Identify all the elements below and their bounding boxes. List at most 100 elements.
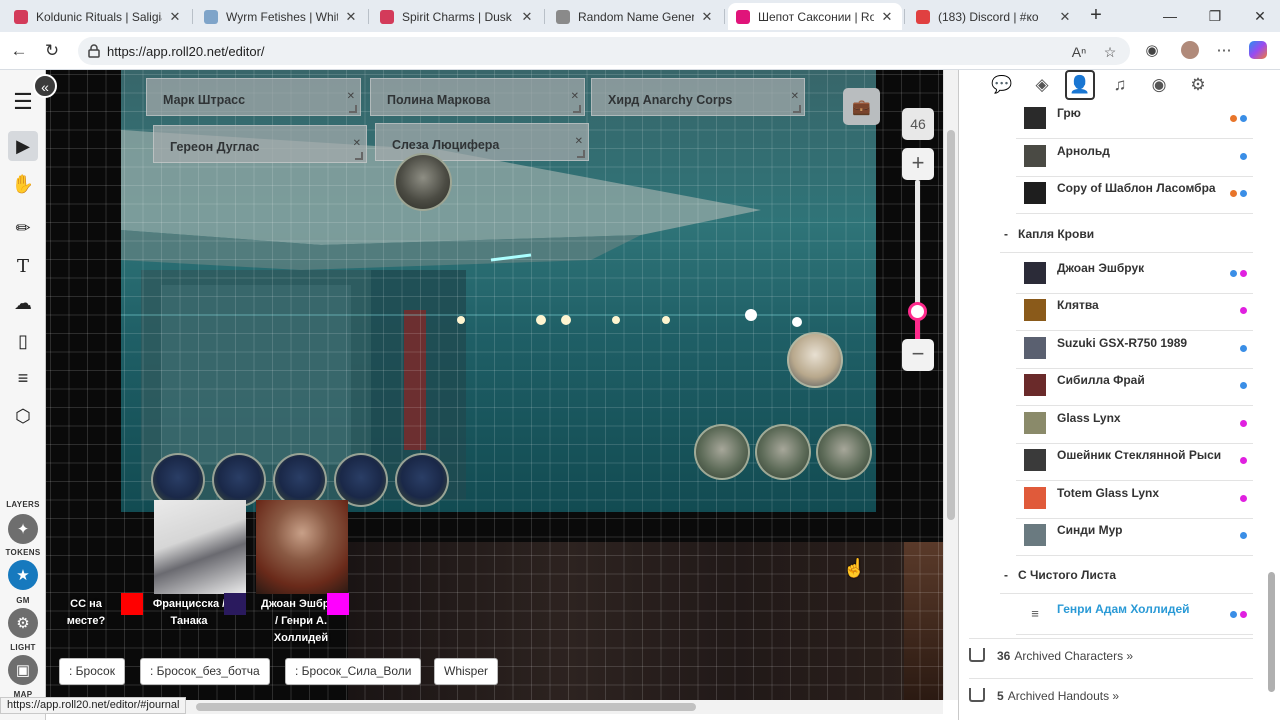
reload-icon[interactable]: ↻	[41, 40, 63, 62]
name-plate-sleza[interactable]: Слеза Люцифера ✕	[375, 123, 589, 161]
browser-tab[interactable]: Random Name Generato ✕	[548, 3, 722, 30]
dice-icon[interactable]: ⬡	[8, 401, 38, 431]
url-field[interactable]: https://app.roll20.net/editor/ Aⁿ ☆	[78, 37, 1130, 65]
scroll-thumb[interactable]	[947, 130, 955, 520]
name-plate-close-icon[interactable]: ✕	[575, 136, 583, 147]
browser-tab[interactable]: (183) Discord | #ко ✕	[908, 3, 1080, 30]
resize-grip-icon[interactable]	[793, 105, 801, 113]
journal-item[interactable]: Suzuki GSX-R750 1989	[1016, 332, 1253, 369]
browser-tab[interactable]: Spirit Charms | Dusk Wi ✕	[372, 3, 542, 30]
resize-grip-icon[interactable]	[577, 150, 585, 158]
player-portrait-francisca[interactable]	[154, 500, 246, 594]
journal-item[interactable]: Клятва	[1016, 294, 1253, 331]
name-plate-mark[interactable]: Марк Штрасс ✕	[146, 78, 361, 116]
tab-close-icon[interactable]: ✕	[1058, 9, 1072, 25]
collapse-toolbar-icon[interactable]: «	[33, 74, 57, 98]
layers-button[interactable]: ✦	[8, 514, 38, 544]
light-layer-button[interactable]: ▣	[8, 655, 38, 685]
browser-tab[interactable]: Koldunic Rituals | Saligia ✕	[6, 3, 190, 30]
draw-brush-icon[interactable]: ✏	[8, 213, 38, 243]
collections-icon[interactable]: ◉	[1144, 70, 1174, 100]
folder-collapse-icon[interactable]: -	[1004, 564, 1018, 586]
player-portrait-joan[interactable]	[256, 500, 348, 594]
player-color-swatch[interactable]	[224, 593, 246, 615]
resize-grip-icon[interactable]	[355, 152, 363, 160]
tab-close-icon[interactable]: ✕	[880, 9, 894, 25]
journal-item[interactable]: ≡ Генри Адам Холлидей	[1016, 598, 1253, 635]
journal-icon[interactable]: 👤	[1065, 70, 1095, 100]
token-wolf-5[interactable]	[395, 453, 449, 507]
name-plate-hird[interactable]: Хирд Anarchy Corps ✕	[591, 78, 805, 116]
read-aloud-icon[interactable]: Aⁿ	[1070, 44, 1088, 60]
tab-close-icon[interactable]: ✕	[700, 9, 714, 25]
browser-tab[interactable]: Wyrm Fetishes | White W ✕	[196, 3, 366, 30]
macro-roll-willpower-button[interactable]: : Бросок_Сила_Воли	[285, 658, 422, 685]
measure-ruler-icon[interactable]: ▯	[8, 326, 38, 356]
maximize-icon[interactable]: ❐	[1205, 6, 1225, 26]
gm-layer-button[interactable]: ⚙	[8, 608, 38, 638]
extensions-icon[interactable]: ◉	[1142, 41, 1162, 61]
name-plate-polina[interactable]: Полина Маркова ✕	[370, 78, 585, 116]
journal-item[interactable]: Сибилла Фрай	[1016, 369, 1253, 406]
resize-grip-icon[interactable]	[573, 105, 581, 113]
tabletop-canvas[interactable]: Марк Штрасс ✕ Полина Маркова ✕ Хирд Anar…	[46, 70, 943, 700]
macro-whisper-button[interactable]: Whisper	[434, 658, 499, 685]
favorite-star-icon[interactable]: ☆	[1101, 44, 1119, 61]
tab-close-icon[interactable]: ✕	[168, 9, 182, 25]
token-wolf-3[interactable]	[273, 453, 327, 507]
name-plate-close-icon[interactable]: ✕	[353, 138, 361, 149]
macro-roll-button[interactable]: : Бросок	[59, 658, 125, 685]
token-wolf-2[interactable]	[212, 453, 266, 507]
scroll-thumb[interactable]	[1268, 572, 1275, 692]
pan-hand-icon[interactable]: ✋	[8, 169, 38, 199]
settings-icon[interactable]: ⚙	[1183, 70, 1213, 100]
chat-icon[interactable]: 💬	[987, 70, 1017, 100]
select-tool-icon[interactable]: ▶	[8, 131, 38, 161]
browser-tab[interactable]: Шепот Саксонии | Roll2 ✕	[728, 3, 902, 30]
journal-item[interactable]: Copy of Шаблон Ласомбра	[1016, 177, 1253, 214]
tab-close-icon[interactable]: ✕	[344, 9, 358, 25]
macro-roll-no-botch-button[interactable]: : Бросок_без_ботча	[140, 658, 270, 685]
journal-folder[interactable]: -С Чистого Листа	[1000, 564, 1253, 594]
name-plate-gereon[interactable]: Гереон Дуглас ✕	[153, 125, 367, 163]
archived-characters-link[interactable]: 36 Archived Characters »	[969, 638, 1253, 678]
name-plate-close-icon[interactable]: ✕	[347, 91, 355, 102]
token-soldier-2[interactable]	[755, 424, 811, 480]
tokens-layer-button[interactable]: ★	[8, 560, 38, 590]
token-hero[interactable]	[394, 153, 452, 211]
journal-folder[interactable]: - Капля Крови	[1000, 223, 1253, 253]
archived-handouts-link[interactable]: 5 Archived Handouts »	[969, 678, 1253, 718]
canvas-vertical-scrollbar[interactable]	[943, 70, 958, 700]
journal-item[interactable]: Ошейник Стеклянной Рыси	[1016, 444, 1253, 481]
fog-cloud-icon[interactable]: ☁	[8, 288, 38, 318]
scroll-thumb[interactable]	[196, 703, 696, 711]
compendium-icon[interactable]: ◈	[1027, 70, 1057, 100]
name-plate-close-icon[interactable]: ✕	[571, 91, 579, 102]
token-soldier-3[interactable]	[816, 424, 872, 480]
journal-item[interactable]: Синди Мур	[1016, 519, 1253, 556]
token-wolf-4[interactable]	[334, 453, 388, 507]
journal-item[interactable]: Джоан Эшбрук	[1016, 257, 1253, 294]
profile-avatar[interactable]	[1180, 41, 1200, 61]
journal-item[interactable]: Арнольд	[1016, 140, 1253, 177]
zoom-slider-handle[interactable]	[908, 301, 927, 321]
zoom-in-button[interactable]: +	[902, 148, 934, 180]
sidebar-scrollbar[interactable]	[1265, 102, 1279, 720]
turn-order-icon[interactable]: ≡	[8, 363, 38, 393]
bag-icon[interactable]: 💼	[843, 88, 880, 125]
player-color-swatch[interactable]	[327, 593, 349, 615]
player-color-swatch[interactable]	[121, 593, 143, 615]
more-menu-icon[interactable]: ⋯	[1214, 41, 1234, 61]
text-tool-icon[interactable]: T	[8, 251, 38, 281]
new-tab-button[interactable]: +	[1086, 5, 1106, 27]
site-info-icon[interactable]	[86, 43, 102, 59]
minimize-icon[interactable]: —	[1160, 6, 1180, 26]
copilot-icon[interactable]	[1248, 41, 1268, 61]
back-icon[interactable]: ←	[8, 40, 30, 62]
close-window-icon[interactable]: ✕	[1250, 6, 1270, 26]
token-soldier-1[interactable]	[694, 424, 750, 480]
journal-item[interactable]: Totem Glass Lynx	[1016, 482, 1253, 519]
folder-collapse-icon[interactable]: -	[1004, 223, 1018, 245]
jukebox-icon[interactable]: ♫	[1105, 70, 1135, 100]
token-blonde[interactable]	[787, 332, 843, 388]
